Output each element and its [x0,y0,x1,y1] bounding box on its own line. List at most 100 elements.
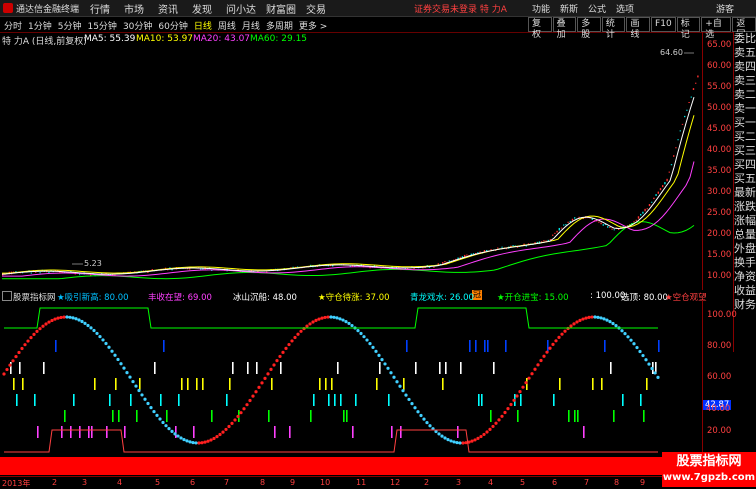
side-item[interactable]: 买五 [734,172,756,186]
signal-dot [641,354,644,357]
side-item[interactable]: 净资 [734,270,756,284]
signal-dot [587,316,590,319]
candle [556,231,557,233]
side-item[interactable]: 卖四 [734,60,756,74]
signal-bar [139,378,141,390]
side-item[interactable]: 换手 [734,256,756,270]
candle [614,229,615,230]
candle [438,263,439,264]
tool-watchlist-button[interactable]: +自选 [701,17,731,32]
period-tab-multi[interactable]: 多周期 [266,19,293,32]
period-tab-monthly[interactable]: 月线 [242,19,260,32]
menu-item-trade[interactable]: 交易 [306,1,340,16]
side-item[interactable]: 外盘 [734,242,756,256]
signal-dot [176,434,179,437]
period-tab-60min[interactable]: 60分钟 [158,19,187,32]
period-tab-weekly[interactable]: 周线 [218,19,236,32]
menu-item-new[interactable]: 新斯 [560,2,578,15]
signal-dot [557,336,560,339]
signal-dot [476,437,479,440]
candle [332,265,333,266]
signal-bar [457,426,459,438]
tool-stats-button[interactable]: 统计 [602,17,626,32]
side-item[interactable]: 卖二 [734,88,756,102]
side-item[interactable]: 买四 [734,158,756,172]
price-tick: 45.00 [707,124,731,134]
side-item[interactable]: 卖三 [734,74,756,88]
signal-dot [50,319,53,322]
value-tick: 100.00 [707,310,737,320]
tool-mark-button[interactable]: 标记 [677,17,701,32]
period-tab-15min[interactable]: 15分钟 [87,19,116,32]
menu-item-function[interactable]: 功能 [532,2,550,15]
signal-bar [388,394,390,406]
trade-login-status[interactable]: 证券交易未登录 特 力A [414,2,507,15]
signal-bar [181,378,183,390]
signal-dot [605,319,608,322]
price-tick: 10.00 [707,271,731,281]
tool-f10-button[interactable]: F10 [651,17,676,32]
signal-dot [263,377,266,380]
tool-back-button[interactable]: 返回 [732,17,756,32]
candle [598,222,599,223]
period-tab-more[interactable]: 更多 > [299,19,327,32]
side-item[interactable]: 卖五 [734,46,756,60]
signal-bar [256,362,258,374]
side-item[interactable]: 总量 [734,228,756,242]
side-item[interactable]: 最新 [734,186,756,200]
sub-value-axis: 100.00 80.00 60.00 42.87 20.00 [702,300,733,476]
candle [442,262,443,264]
main-candle-chart[interactable]: 64.60 5.23 [0,45,702,290]
signal-bar [613,410,615,422]
signal-bar [229,378,231,390]
side-item[interactable]: 涨幅 [734,214,756,228]
signal-bar [73,394,75,406]
signal-dot [461,441,464,444]
signal-dot [113,354,116,357]
side-item[interactable]: 买二 [734,130,756,144]
tool-multi-stock-button[interactable]: 多股 [577,17,601,32]
menu-item-quotes[interactable]: 行情 [90,1,124,16]
signal-dot [134,384,137,387]
signal-bar [115,378,117,390]
side-item[interactable]: 财务 [734,298,756,312]
signal-dot [512,399,515,402]
menu-item-formula[interactable]: 公式 [588,2,606,15]
menu-item-discover[interactable]: 发现 [192,1,226,16]
tool-overlay-button[interactable]: 叠加 [553,17,577,32]
signal-dot [455,441,458,444]
time-tick: 5 [155,478,160,487]
signal-dot [344,320,347,323]
period-tab-30min[interactable]: 30分钟 [123,19,152,32]
side-item[interactable]: 委比 [734,32,756,46]
signal-dot [629,339,632,342]
signal-dot [266,372,269,375]
side-item[interactable]: 卖一 [734,102,756,116]
period-tab-5min[interactable]: 5分钟 [58,19,82,32]
side-item[interactable]: 收益 [734,284,756,298]
side-item[interactable]: 涨跌 [734,200,756,214]
side-item[interactable]: 买一 [734,116,756,130]
candle [35,272,36,273]
signal-dot [218,433,221,436]
signal-dot [209,438,212,441]
tool-draw-button[interactable]: 画线 [626,17,650,32]
signal-bar [577,410,579,422]
period-tab-daily[interactable]: 日线 [194,19,212,32]
period-tab-1min[interactable]: 1分钟 [28,19,52,32]
quote-side-panel: 委比 卖五 卖四 卖三 卖二 卖一 买一 买二 买三 买四 买五 最新 涨跌 涨… [733,32,756,352]
sub-indicator-chart[interactable] [0,300,702,465]
candle [686,110,687,111]
signal-dot [131,380,134,383]
signal-bar [124,426,126,438]
period-tab-intraday[interactable]: 分时 [4,19,22,32]
side-item[interactable]: 买三 [734,144,756,158]
menu-item-market[interactable]: 市场 [124,1,158,16]
tool-adjust-button[interactable]: 复权 [528,17,552,32]
menu-item-options[interactable]: 选项 [616,2,634,15]
guest-login[interactable]: 游客 [716,2,734,15]
menu-item-news[interactable]: 资讯 [158,1,192,16]
menu-item-wealth[interactable]: 财富圈 [266,1,306,16]
menu-item-ask[interactable]: 问小达 [226,1,266,16]
candle [695,83,696,84]
